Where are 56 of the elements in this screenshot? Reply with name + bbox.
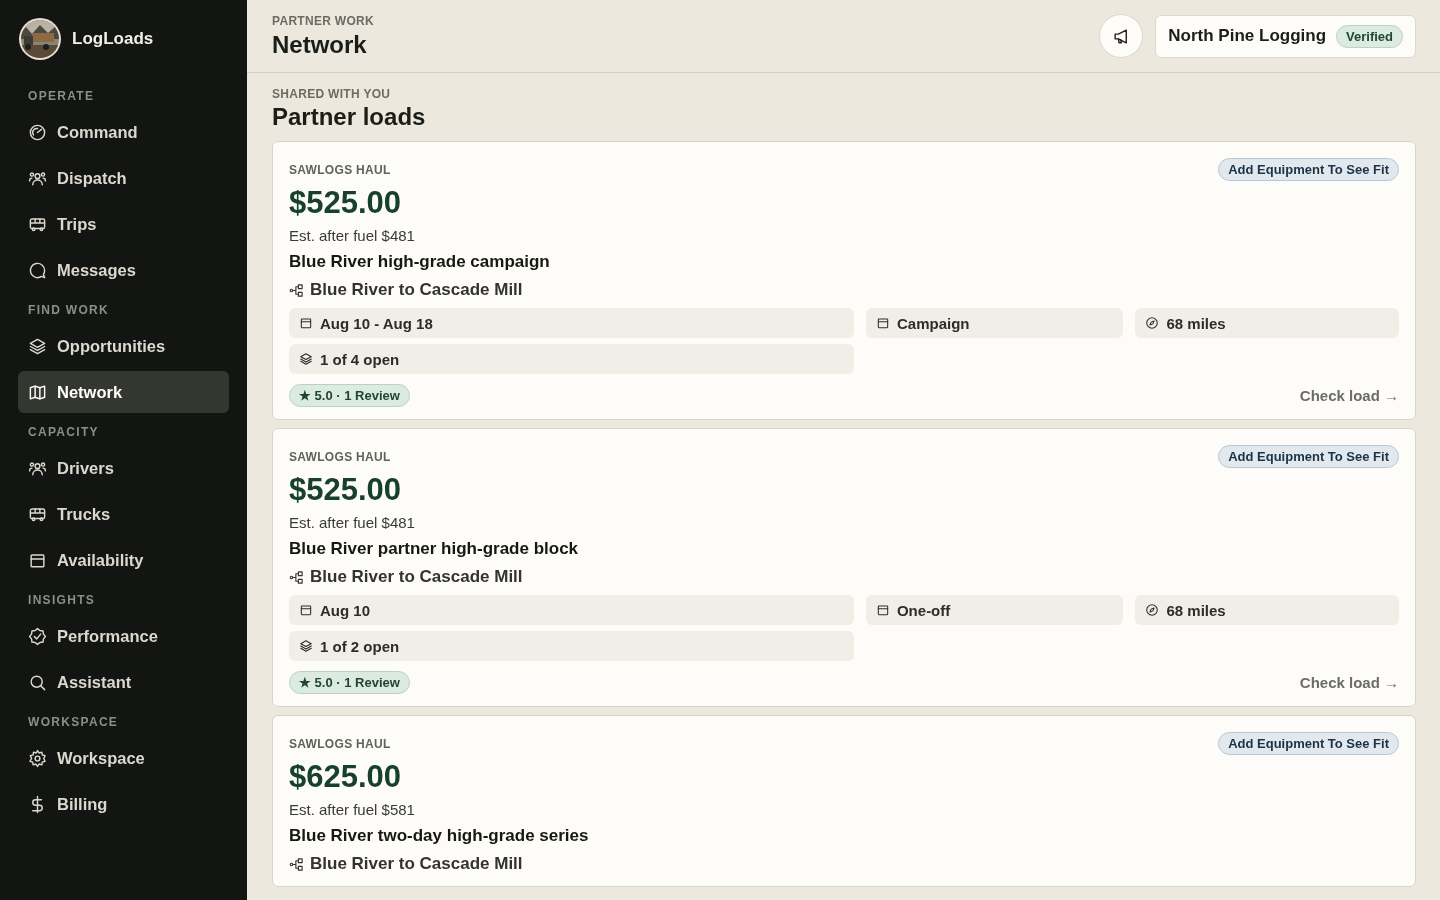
detail-chip: Aug 10 - Aug 18: [289, 308, 854, 338]
check-load-link[interactable]: Check load →: [1299, 674, 1399, 691]
company-name: North Pine Logging: [1168, 26, 1327, 46]
rating-badge: ★ 5.0 · 1 Review: [289, 384, 410, 407]
load-route: Blue River to Cascade Mill: [310, 854, 523, 874]
load-category: SAWLOGS HAUL: [289, 449, 391, 464]
nav-section-label: FIND WORK: [27, 303, 111, 317]
nav-item[interactable]: Messages: [18, 249, 229, 291]
section-title: Partner loads: [272, 103, 427, 131]
detail-chip: 68 miles: [1135, 308, 1399, 338]
load-title: Blue River high-grade campaign: [289, 252, 551, 272]
nav-item[interactable]: Assistant: [18, 661, 229, 703]
rating-badge: ★ 5.0 · 1 Review: [289, 671, 410, 694]
nav-item[interactable]: Billing: [18, 783, 229, 825]
nav-item[interactable]: Opportunities: [18, 325, 229, 367]
detail-chip: Aug 10: [289, 595, 854, 625]
nav-item[interactable]: Availability: [18, 539, 229, 581]
detail-chip: 68 miles: [1135, 595, 1399, 625]
after-fuel-estimate: Est. after fuel $481: [289, 514, 416, 531]
load-title: Blue River partner high-grade block: [289, 539, 580, 559]
load-category: SAWLOGS HAUL: [289, 162, 391, 177]
nav-section-label: WORKSPACE: [27, 715, 120, 729]
nav-item[interactable]: Trucks: [18, 493, 229, 535]
after-fuel-estimate: Est. after fuel $481: [289, 227, 416, 244]
fit-badge[interactable]: Add Equipment To See Fit: [1218, 732, 1399, 755]
load-price: $625.00: [289, 759, 403, 795]
company-card[interactable]: North Pine Logging Verified: [1155, 14, 1416, 58]
page-eyebrow: PARTNER WORK: [272, 13, 375, 28]
load-route: Blue River to Cascade Mill: [310, 567, 523, 587]
after-fuel-estimate: Est. after fuel $581: [289, 801, 416, 818]
page-title: Network: [272, 30, 368, 59]
nav-section-label: OPERATE: [27, 89, 96, 103]
section-eyebrow: SHARED WITH YOU: [272, 87, 392, 101]
fit-badge[interactable]: Add Equipment To See Fit: [1218, 445, 1399, 468]
detail-chip: 1 of 4 open: [289, 344, 854, 374]
fit-badge[interactable]: Add Equipment To See Fit: [1218, 158, 1399, 181]
nav-section-label: CAPACITY: [27, 425, 100, 439]
load-price: $525.00: [289, 185, 403, 221]
load-title: Blue River two-day high-grade series: [289, 826, 590, 846]
nav-item[interactable]: Drivers: [18, 447, 229, 489]
nav-item[interactable]: Performance: [18, 615, 229, 657]
nav-item[interactable]: Dispatch: [18, 157, 229, 199]
load-route: Blue River to Cascade Mill: [310, 280, 523, 300]
verified-badge: Verified: [1336, 24, 1403, 48]
nav-item[interactable]: Network: [18, 371, 229, 413]
detail-chip: 1 of 2 open: [289, 631, 854, 661]
detail-chip: Campaign: [865, 308, 1124, 338]
app-name: LogLoads: [72, 29, 154, 49]
detail-chip: One-off: [865, 595, 1124, 625]
nav-section-label: INSIGHTS: [27, 593, 97, 607]
nav-item[interactable]: Trips: [18, 203, 229, 245]
load-price: $525.00: [289, 472, 403, 508]
load-category: SAWLOGS HAUL: [289, 736, 391, 751]
nav-item[interactable]: Command: [18, 111, 229, 153]
check-load-link[interactable]: Check load →: [1299, 387, 1399, 404]
nav-item[interactable]: Workspace: [18, 737, 229, 779]
